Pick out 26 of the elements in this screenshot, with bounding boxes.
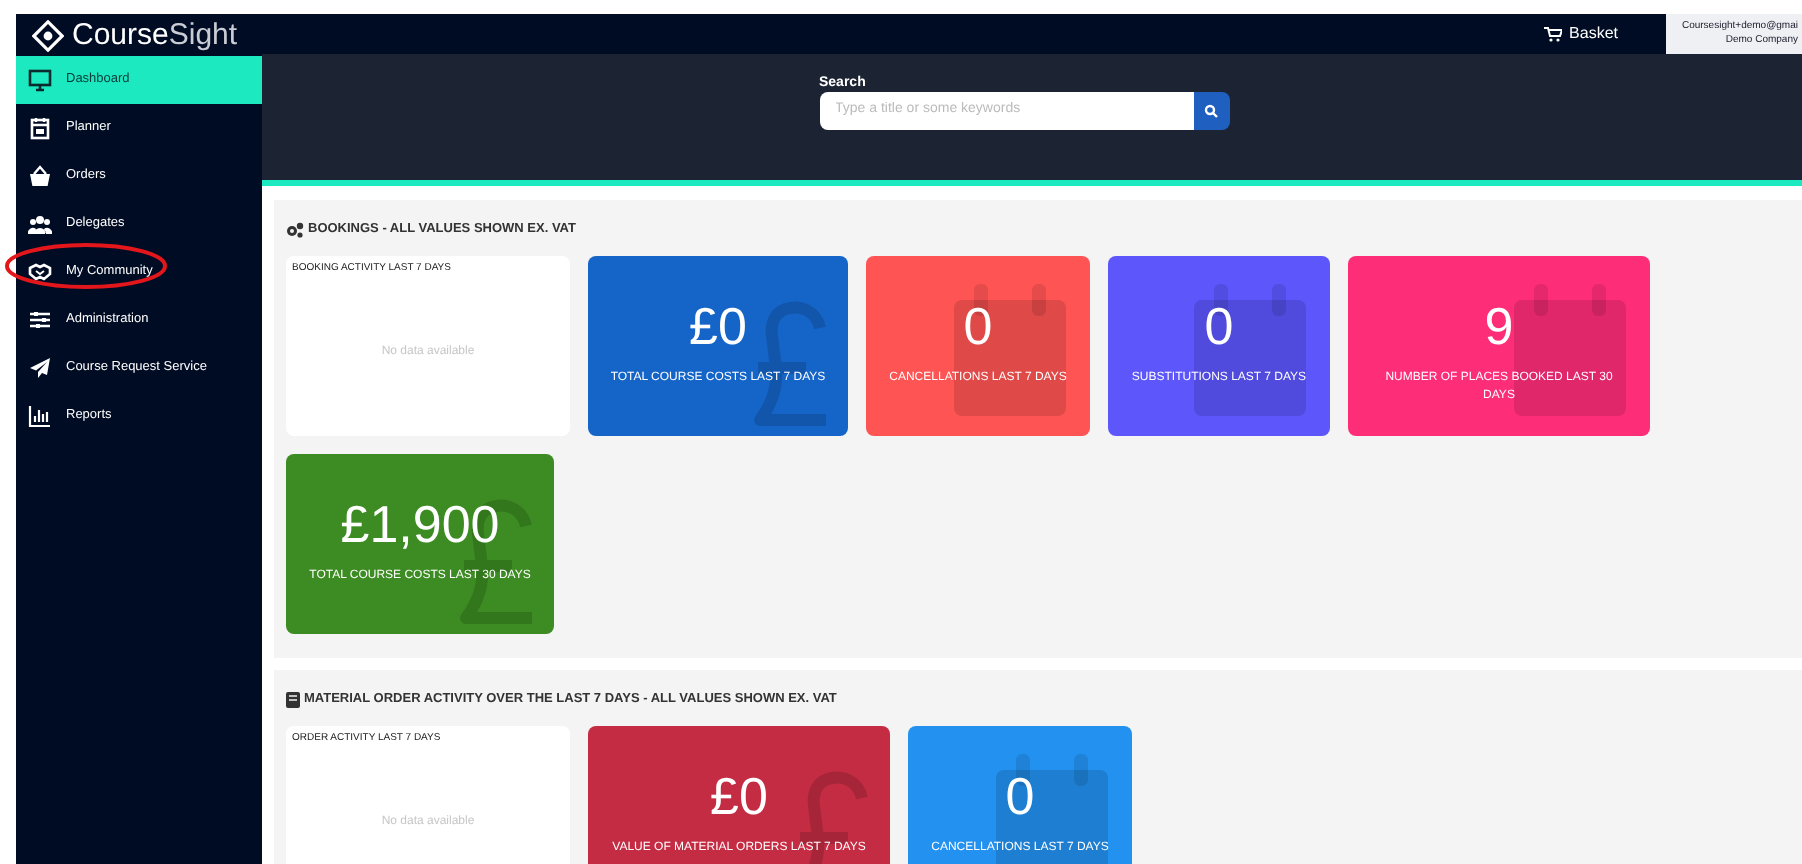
pound-sign-icon <box>794 769 874 864</box>
basket-button[interactable]: Basket <box>1543 22 1618 46</box>
people-icon <box>28 212 52 236</box>
logo-text: CourseSight <box>72 20 238 50</box>
search-icon <box>1204 104 1218 118</box>
cart-icon <box>1543 26 1562 42</box>
stat-value: £1,900 <box>340 493 500 554</box>
bar-chart-icon <box>28 404 52 428</box>
logo-icon <box>32 19 64 51</box>
search-button[interactable] <box>1193 92 1229 130</box>
gears-icon <box>286 221 304 238</box>
basket-icon <box>28 164 52 188</box>
pound-sign-icon <box>752 299 832 432</box>
stat-value: 0 <box>1204 295 1234 356</box>
monitor-icon <box>28 68 52 92</box>
stat-value: 0 <box>1005 765 1035 825</box>
stat-value: 9 <box>1484 295 1514 356</box>
stat-value: £0 <box>689 295 747 356</box>
paper-plane-icon <box>28 356 52 380</box>
calendar-icon <box>28 116 52 140</box>
book-icon <box>286 691 300 708</box>
stat-value: 0 <box>963 295 993 356</box>
calendar-icon <box>1514 283 1626 416</box>
sliders-icon <box>28 308 52 332</box>
handshake-icon <box>28 260 52 284</box>
stat-value: £0 <box>710 765 768 825</box>
